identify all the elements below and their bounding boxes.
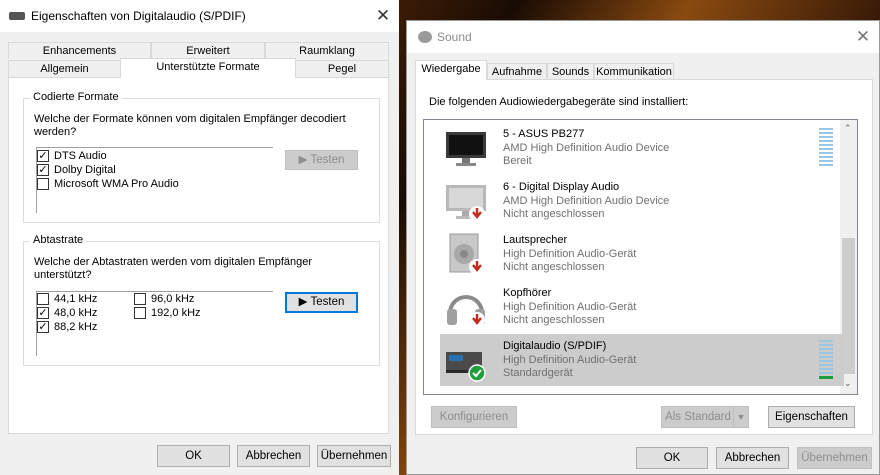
cancel-button[interactable]: Abbrechen [716, 447, 789, 469]
tab-raumklang[interactable]: Raumklang [265, 42, 389, 59]
scroll-down-icon[interactable]: ⌄ [844, 378, 852, 389]
checkbox-wma-pro-label: Microsoft WMA Pro Audio [54, 178, 179, 190]
checkbox-88-2-label: 88,2 kHz [54, 321, 98, 333]
sound-icon [418, 31, 432, 43]
divider [36, 291, 273, 292]
tab-kommunikation[interactable]: Kommunikation [594, 63, 674, 80]
device-desc: High Definition Audio-Gerät [503, 354, 637, 366]
device-item-digital-display[interactable]: 6 - Digital Display Audio AMD High Defin… [440, 175, 844, 227]
close-icon[interactable]: ✕ [373, 6, 393, 26]
title-bar: Sound ✕ [407, 21, 879, 53]
tab-unterstuetzte-formate[interactable]: Unterstützte Formate [120, 58, 296, 78]
checkbox-96-0-label: 96,0 kHz [151, 293, 195, 305]
device-name: Kopfhörer [503, 287, 552, 299]
coded-formats-label: Codierte Formate [30, 91, 122, 103]
device-desc: AMD High Definition Audio Device [503, 195, 670, 207]
device-desc: High Definition Audio-Gerät [503, 301, 637, 313]
sample-rate-group: Abtastrate Welche der Abtastraten werden… [23, 234, 380, 366]
device-item-lautsprecher[interactable]: Lautsprecher High Definition Audio-Gerät… [440, 228, 844, 280]
device-name: 6 - Digital Display Audio [503, 181, 620, 193]
device-name: Lautsprecher [503, 234, 568, 246]
set-default-label: Als Standard [665, 411, 731, 423]
device-name: 5 - ASUS PB277 [503, 128, 585, 140]
device-name: Digitalaudio (S/PDIF) [503, 340, 607, 352]
chevron-down-icon[interactable]: ▼ [733, 407, 748, 427]
tab-erweitert[interactable]: Erweitert [151, 42, 265, 59]
checkbox-dolby-label: Dolby Digital [54, 164, 116, 176]
properties-dialog: Eigenschaften von Digitalaudio (S/PDIF) … [0, 0, 399, 475]
device-item-kopfhoerer[interactable]: Kopfhörer High Definition Audio-Gerät Ni… [440, 281, 844, 333]
dialog-title: Eigenschaften von Digitalaudio (S/PDIF) [31, 9, 246, 23]
coded-formats-question: Welche der Formate können vom digitalen … [34, 113, 346, 138]
checkbox-192-0-label: 192,0 kHz [151, 307, 201, 319]
checkbox-dts[interactable]: ✓ [37, 150, 49, 162]
checkbox-44-1[interactable] [37, 293, 49, 305]
device-desc: High Definition Audio-Gerät [503, 248, 637, 260]
tab-panel: Die folgenden Audiowiedergabegeräte sind… [415, 79, 873, 435]
level-meter [819, 128, 833, 166]
monitor-icon [446, 185, 486, 222]
device-status: Bereit [503, 155, 532, 167]
tab-enhancements[interactable]: Enhancements [8, 42, 151, 59]
set-default-button[interactable]: Als Standard ▼ [661, 406, 749, 428]
tab-allgemein[interactable]: Allgemein [8, 60, 121, 77]
sample-rate-label: Abtastrate [30, 234, 87, 246]
test-formats-button[interactable]: ▶ Testen [285, 150, 358, 170]
digital-receiver-icon [446, 352, 486, 382]
device-status: Nicht angeschlossen [503, 314, 605, 326]
sample-rate-question: Welche der Abtastraten werden vom digita… [34, 256, 313, 281]
checkbox-48-0-label: 48,0 kHz [54, 307, 98, 319]
close-icon[interactable]: ✕ [853, 27, 873, 47]
tab-panel: Codierte Formate Welche der Formate könn… [8, 77, 389, 434]
checkbox-96-0[interactable] [134, 293, 146, 305]
device-item-digitalaudio[interactable]: Digitalaudio (S/PDIF) High Definition Au… [440, 334, 844, 386]
device-list[interactable]: ⌃ ⌄ 5 - ASUS PB277 AMD High Definition A… [423, 119, 858, 395]
monitor-icon [446, 132, 486, 166]
speaker-icon [449, 233, 485, 275]
coded-formats-group: Codierte Formate Welche der Formate könn… [23, 91, 380, 223]
tab-sounds[interactable]: Sounds [547, 63, 594, 80]
headphones-icon [447, 295, 485, 328]
apply-button[interactable]: Übernehmen [797, 447, 872, 469]
checkbox-dolby[interactable]: ✓ [37, 164, 49, 176]
device-status: Nicht angeschlossen [503, 208, 605, 220]
tab-aufnahme[interactable]: Aufnahme [487, 63, 547, 80]
dialog-title: Sound [437, 30, 472, 44]
checkbox-dts-label: DTS Audio [54, 150, 107, 162]
sound-dialog: Sound ✕ Wiedergabe Aufnahme Sounds Kommu… [406, 20, 880, 475]
test-sample-rate-button[interactable]: ▶ Testen [285, 292, 358, 313]
intro-text: Die folgenden Audiowiedergabegeräte sind… [429, 96, 689, 108]
device-item-asus[interactable]: 5 - ASUS PB277 AMD High Definition Audio… [440, 122, 844, 174]
ok-button[interactable]: OK [636, 447, 708, 469]
checkbox-wma-pro[interactable] [37, 178, 49, 190]
cancel-button[interactable]: Abbrechen [237, 445, 310, 467]
device-status: Standardgerät [503, 367, 573, 379]
checkbox-44-1-label: 44,1 kHz [54, 293, 98, 305]
scroll-up-icon[interactable]: ⌃ [844, 123, 852, 134]
device-status: Nicht angeschlossen [503, 261, 605, 273]
device-desc: AMD High Definition Audio Device [503, 142, 670, 154]
tab-wiedergabe[interactable]: Wiedergabe [415, 60, 487, 80]
ok-button[interactable]: OK [157, 445, 230, 467]
properties-button[interactable]: Eigenschaften [768, 406, 855, 428]
title-bar: Eigenschaften von Digitalaudio (S/PDIF) … [0, 0, 399, 32]
divider [36, 147, 273, 148]
checkbox-192-0[interactable] [134, 307, 146, 319]
level-meter [819, 340, 833, 379]
checkbox-48-0[interactable]: ✓ [37, 307, 49, 319]
tab-pegel[interactable]: Pegel [295, 60, 389, 77]
apply-button[interactable]: Übernehmen [317, 445, 391, 467]
speaker-device-icon [9, 12, 25, 20]
configure-button[interactable]: Konfigurieren [431, 406, 517, 428]
checkbox-88-2[interactable]: ✓ [37, 321, 49, 333]
